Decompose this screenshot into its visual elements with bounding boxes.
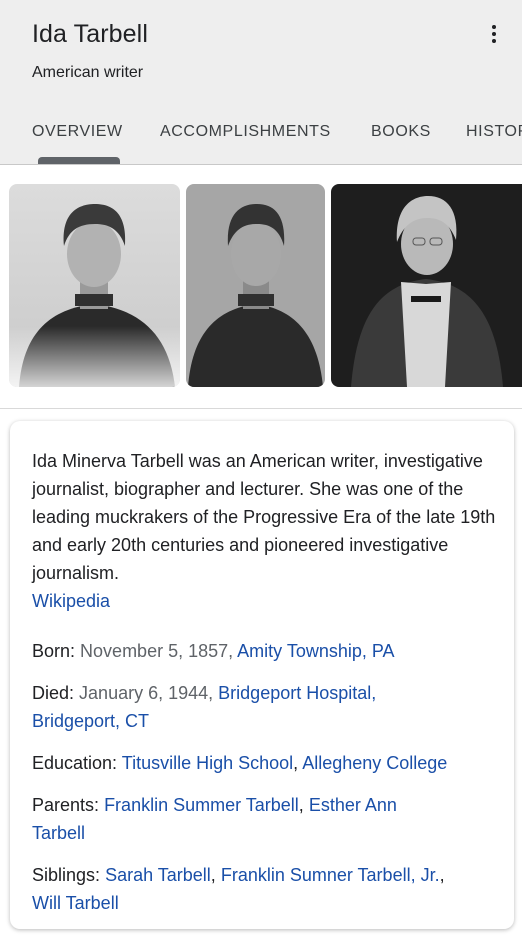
knowledge-panel-header: Ida Tarbell American writer OVERVIEW ACC… xyxy=(0,0,522,165)
fact-label: Parents: xyxy=(32,795,100,815)
description-text: Ida Minerva Tarbell was an American writ… xyxy=(32,451,496,583)
fact-died: Died: January 6, 1944, Bridgeport Hospit… xyxy=(32,679,502,735)
education-link-2[interactable]: Allegheny College xyxy=(302,753,447,773)
sibling-link-2[interactable]: Franklin Sumner Tarbell, Jr. xyxy=(221,865,440,885)
parent-link-1[interactable]: Franklin Summer Tarbell xyxy=(104,795,299,815)
fact-siblings: Siblings: Sarah Tarbell, Franklin Sumner… xyxy=(32,861,502,917)
page-title: Ida Tarbell xyxy=(32,20,148,48)
parent-link-2-cont[interactable]: Tarbell xyxy=(32,823,85,843)
tab-books[interactable]: BOOKS xyxy=(371,123,431,141)
tab-accomplishments[interactable]: ACCOMPLISHMENTS xyxy=(160,123,331,141)
tab-overview[interactable]: OVERVIEW xyxy=(32,123,123,141)
tab-history[interactable]: HISTORY xyxy=(466,123,522,141)
description-block: Ida Minerva Tarbell was an American writ… xyxy=(32,447,502,615)
fact-label: Education: xyxy=(32,753,118,773)
image-carousel xyxy=(0,165,522,409)
died-city-link[interactable]: Bridgeport, CT xyxy=(32,711,149,731)
separator: , xyxy=(439,865,445,885)
separator: , xyxy=(293,753,299,773)
sibling-link-3[interactable]: Will Tarbell xyxy=(32,893,119,913)
active-tab-indicator xyxy=(38,157,120,164)
fact-label: Born: xyxy=(32,641,76,661)
separator: , xyxy=(210,865,216,885)
fact-parents: Parents: Franklin Summer Tarbell, Esther… xyxy=(32,791,502,847)
born-place-link[interactable]: Amity Township, PA xyxy=(237,641,394,661)
wikipedia-link[interactable]: Wikipedia xyxy=(32,591,110,611)
fact-label: Died: xyxy=(32,683,75,703)
died-place-link[interactable]: Bridgeport Hospital, xyxy=(218,683,376,703)
more-vert-icon[interactable] xyxy=(480,20,508,48)
description-card: Ida Minerva Tarbell was an American writ… xyxy=(10,421,514,929)
portrait-photo-1[interactable] xyxy=(9,184,180,387)
parent-link-2[interactable]: Esther Ann xyxy=(309,795,397,815)
fact-value: November 5, 1857, xyxy=(80,641,234,661)
fact-born: Born: November 5, 1857, Amity Township, … xyxy=(32,637,502,665)
page-subtitle: American writer xyxy=(32,64,144,81)
fact-value: January 6, 1944, xyxy=(79,683,214,703)
separator: , xyxy=(298,795,304,815)
portrait-photo-2[interactable] xyxy=(186,184,325,387)
portrait-photo-3[interactable] xyxy=(331,184,522,387)
sibling-link-1[interactable]: Sarah Tarbell xyxy=(105,865,211,885)
fact-label: Siblings: xyxy=(32,865,101,885)
fact-education: Education: Titusville High School, Alleg… xyxy=(32,749,502,777)
education-link-1[interactable]: Titusville High School xyxy=(122,753,293,773)
